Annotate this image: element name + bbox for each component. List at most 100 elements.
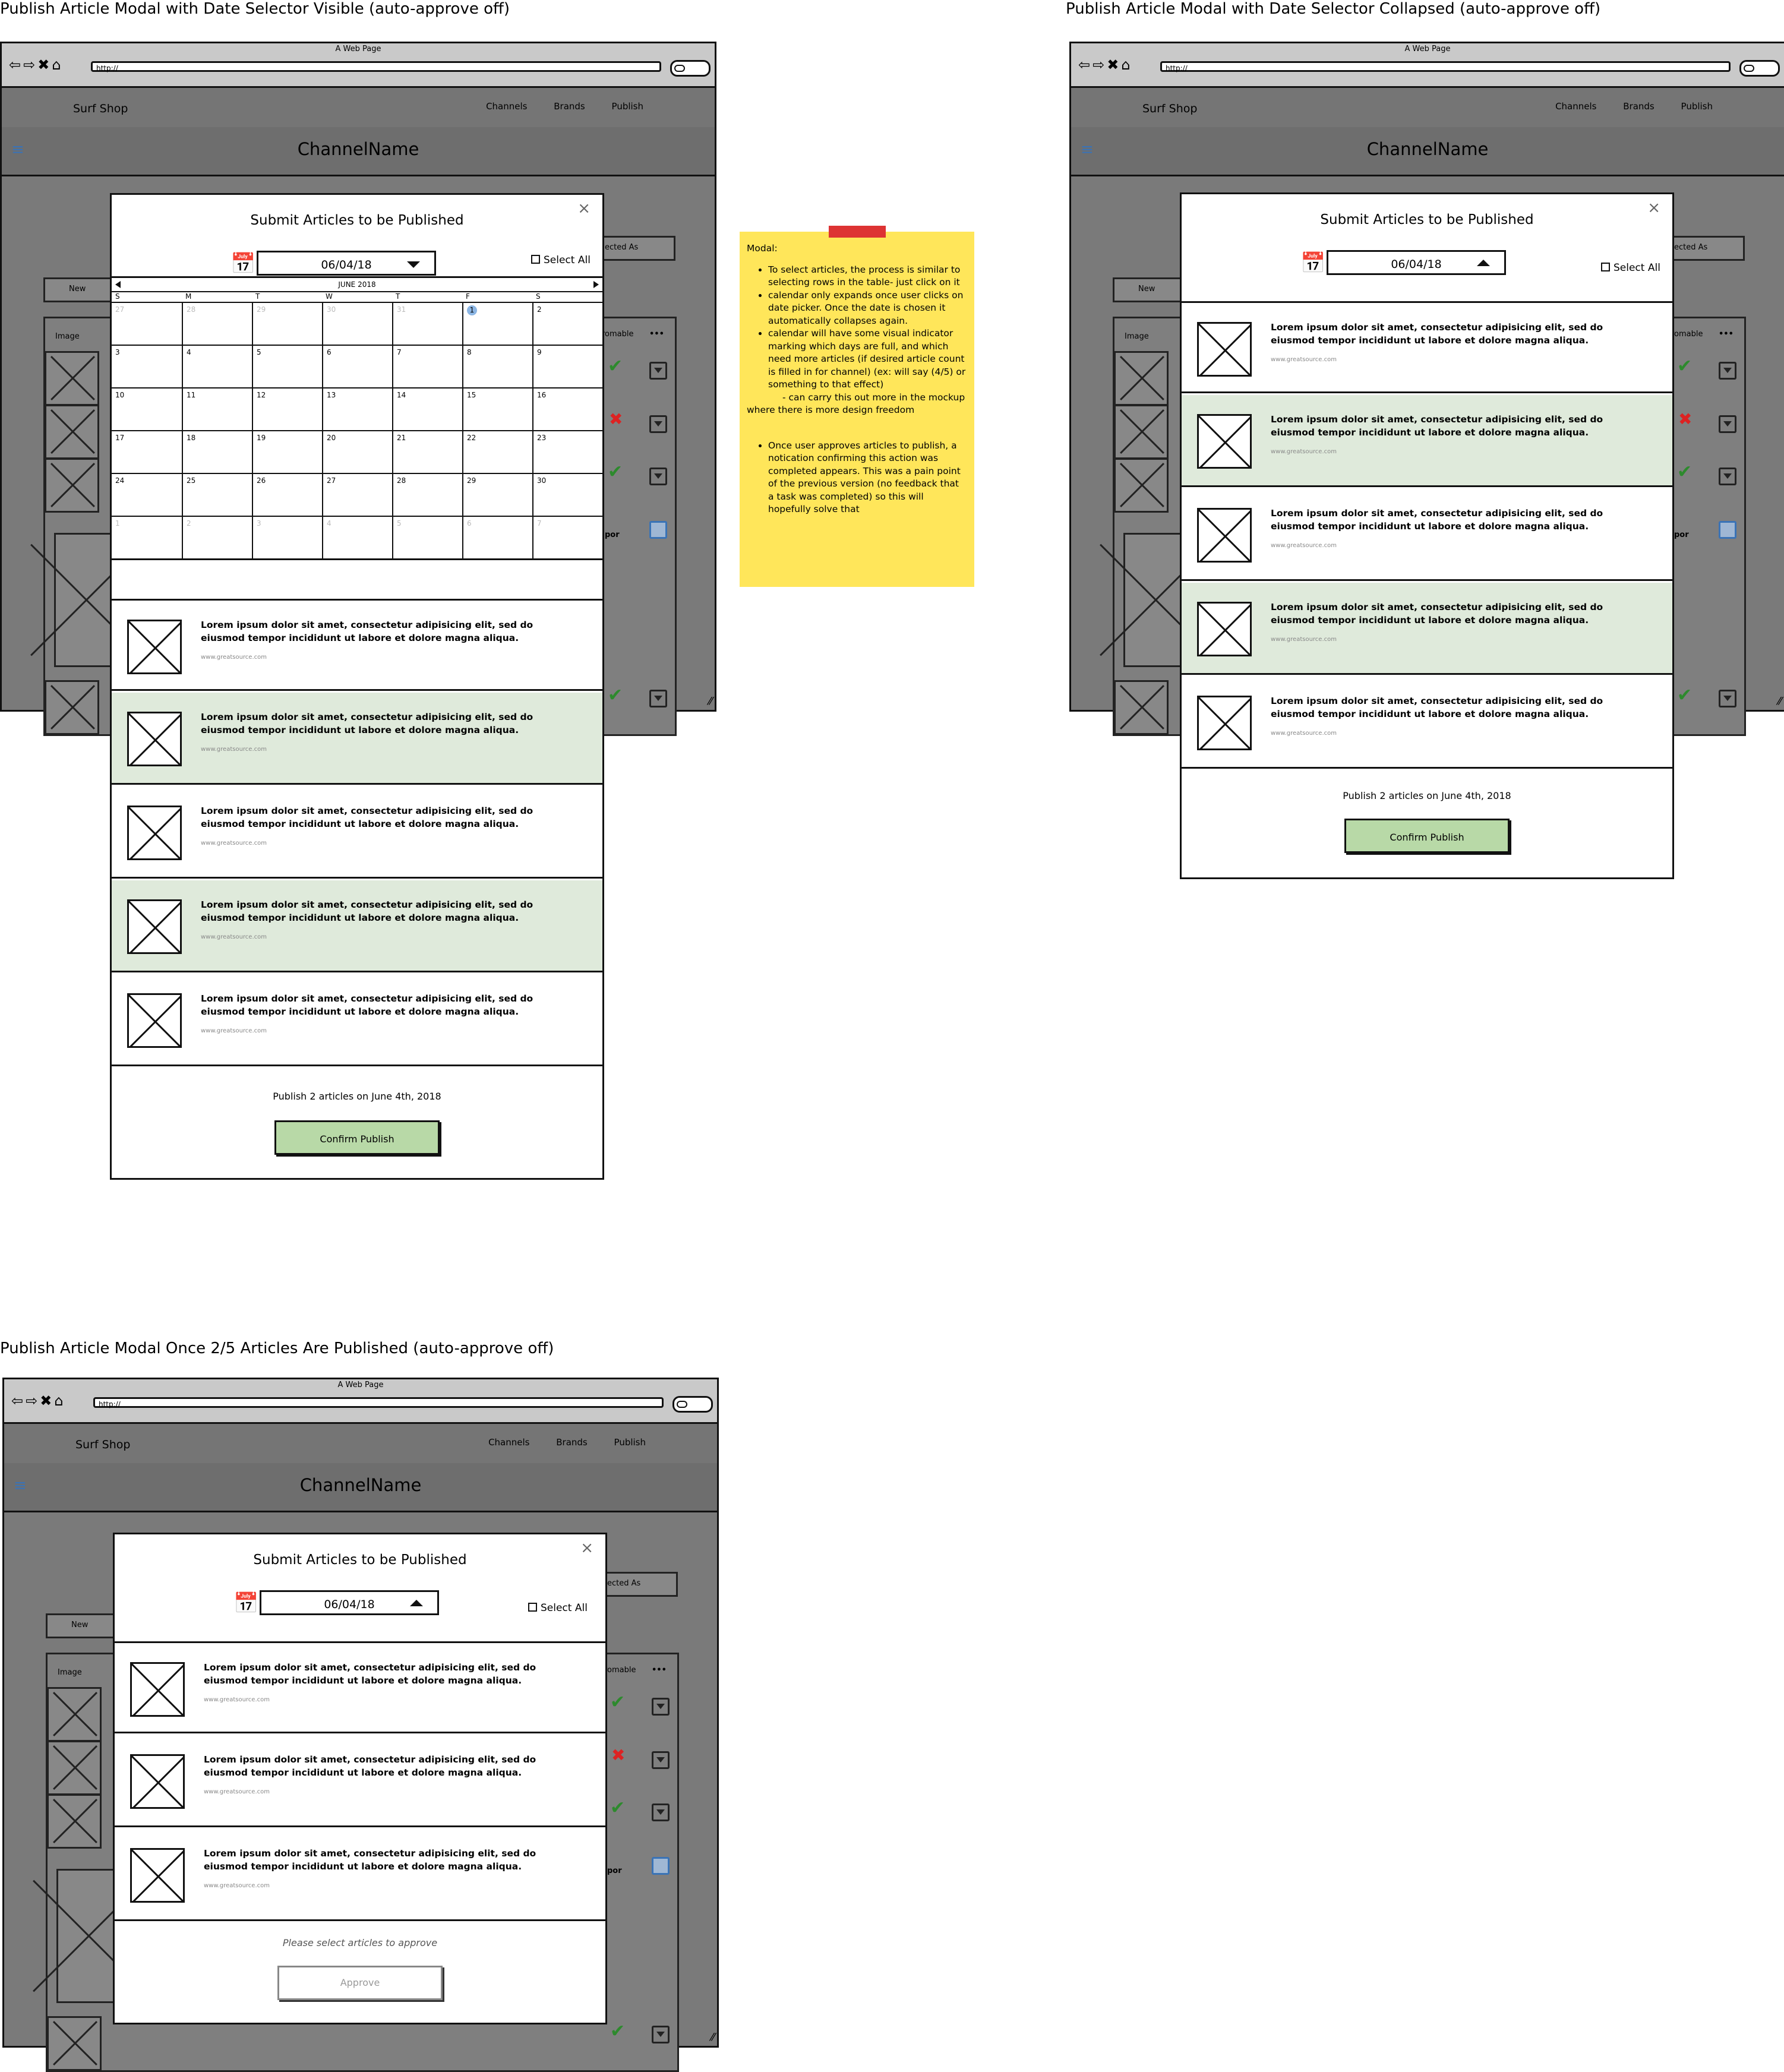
calendar-day[interactable]: 3 [112,345,182,387]
nav-publish[interactable]: Publish [612,101,643,112]
nav-channels[interactable]: Channels [1555,101,1596,112]
search-icon[interactable] [672,1396,713,1413]
calendar-day[interactable]: 5 [252,345,322,387]
calendar-day[interactable]: 24 [112,473,182,516]
article-row[interactable]: Lorem ipsum dolor sit amet, consectetur … [115,1829,605,1921]
url-bar[interactable]: http:// [91,61,661,72]
date-picker[interactable]: 06/04/18 [257,251,436,276]
article-row[interactable]: Lorem ipsum dolor sit amet, consectetur … [1182,489,1672,581]
resize-grip-icon[interactable]: ⁄⁄ [711,2031,715,2043]
calendar-day[interactable]: 1 [462,302,532,345]
article-row[interactable]: Lorem ipsum dolor sit amet, consectetur … [112,787,602,879]
next-month-icon[interactable] [593,281,599,288]
search-icon[interactable] [1739,60,1780,77]
select-all-checkbox[interactable]: Select All [1601,262,1660,274]
calendar-day[interactable]: 17 [112,430,182,473]
brand-label[interactable]: Surf Shop [73,102,128,115]
calendar-day[interactable]: 21 [392,430,462,473]
calendar-day[interactable]: 7 [532,516,602,558]
article-row[interactable]: Lorem ipsum dolor sit amet, consectetur … [112,693,602,785]
calendar-day[interactable]: 1 [112,516,182,558]
brand-label[interactable]: Surf Shop [75,1438,130,1451]
article-row[interactable]: Lorem ipsum dolor sit amet, consectetur … [115,1735,605,1827]
nav-brands[interactable]: Brands [1623,101,1654,112]
calendar-day[interactable]: 12 [252,387,322,430]
article-row[interactable]: Lorem ipsum dolor sit amet, consectetur … [112,880,602,972]
nav-brands[interactable]: Brands [556,1437,588,1448]
article-row[interactable]: Lorem ipsum dolor sit amet, consectetur … [1182,395,1672,487]
calendar-day[interactable]: 19 [252,430,322,473]
calendar-day[interactable]: 6 [462,516,532,558]
calendar-day[interactable]: 11 [182,387,252,430]
calendar-day[interactable]: 23 [532,430,602,473]
url-bar[interactable]: http:// [93,1397,664,1408]
calendar-day[interactable]: 8 [462,345,532,387]
calendar-day[interactable]: 15 [462,387,532,430]
note-bullet: calendar will have some visual indicator… [768,327,967,391]
calendar-day[interactable]: 3 [252,516,322,558]
calendar-day[interactable]: 18 [182,430,252,473]
calendar-day[interactable]: 20 [322,430,392,473]
browser-nav-icons[interactable]: ⇦⇨✖⌂ [1078,56,1133,73]
calendar-day[interactable]: 25 [182,473,252,516]
calendar-day[interactable]: 16 [532,387,602,430]
calendar-day[interactable]: 10 [112,387,182,430]
calendar-icon[interactable]: 📅 [1300,251,1325,275]
calendar-day[interactable]: 27 [112,302,182,345]
brand-label[interactable]: Surf Shop [1142,102,1197,115]
calendar-icon[interactable]: 📅 [233,1591,258,1615]
calendar-day[interactable]: 7 [392,345,462,387]
calendar-day[interactable]: 29 [252,302,322,345]
calendar-day[interactable]: 4 [182,345,252,387]
calendar-day[interactable]: 4 [322,516,392,558]
browser-nav-icons[interactable]: ⇦⇨✖⌂ [9,56,64,73]
calendar-day[interactable]: 2 [182,516,252,558]
date-picker[interactable]: 06/04/18 [1327,250,1506,275]
nav-channels[interactable]: Channels [486,101,527,112]
url-bar[interactable]: http:// [1160,61,1731,72]
calendar-day[interactable]: 27 [322,473,392,516]
calendar-day[interactable]: 6 [322,345,392,387]
calendar-day[interactable]: 22 [462,430,532,473]
calendar-day[interactable]: 2 [532,302,602,345]
calendar-day[interactable]: 31 [392,302,462,345]
search-icon[interactable] [670,60,711,77]
nav-publish[interactable]: Publish [614,1437,646,1448]
confirm-publish-button[interactable]: Confirm Publish [1344,819,1510,853]
article-row[interactable]: Lorem ipsum dolor sit amet, consectetur … [1182,677,1672,769]
nav-publish[interactable]: Publish [1681,101,1713,112]
browser-nav-icons[interactable]: ⇦⇨✖⌂ [11,1392,66,1409]
calendar-day[interactable]: 30 [532,473,602,516]
calendar-day[interactable]: 14 [392,387,462,430]
resize-grip-icon[interactable]: ⁄⁄ [709,695,712,707]
article-source: www.greatsource.com [1271,730,1337,737]
approve-button[interactable]: Approve [277,1966,443,2000]
calendar-day[interactable]: 29 [462,473,532,516]
calendar-day[interactable]: 26 [252,473,322,516]
calendar-day[interactable]: 5 [392,516,462,558]
row-collapse-icon [649,521,667,539]
calendar-day[interactable]: 28 [182,302,252,345]
nav-channels[interactable]: Channels [488,1437,529,1448]
nav-brands[interactable]: Brands [554,101,585,112]
article-row[interactable]: Lorem ipsum dolor sit amet, consectetur … [112,974,602,1066]
prev-month-icon[interactable] [115,281,121,288]
article-row[interactable]: Lorem ipsum dolor sit amet, consectetur … [1182,301,1672,393]
image-placeholder-icon [127,993,182,1048]
calendar-day-number: 12 [257,391,266,399]
confirm-publish-button[interactable]: Confirm Publish [274,1120,440,1155]
article-row[interactable]: Lorem ipsum dolor sit amet, consectetur … [115,1641,605,1733]
scene-title: Publish Article Modal with Date Selector… [1066,0,1601,18]
select-all-checkbox[interactable]: Select All [531,254,591,266]
date-picker[interactable]: 06/04/18 [260,1590,439,1615]
calendar-day[interactable]: 28 [392,473,462,516]
calendar-day[interactable]: 9 [532,345,602,387]
resize-grip-icon[interactable]: ⁄⁄ [1778,695,1782,707]
calendar-day[interactable]: 30 [322,302,392,345]
calendar-icon[interactable]: 📅 [231,252,255,276]
article-row[interactable]: Lorem ipsum dolor sit amet, consectetur … [112,599,602,691]
select-all-checkbox[interactable]: Select All [528,1602,588,1614]
calendar-day[interactable]: 13 [322,387,392,430]
article-row[interactable]: Lorem ipsum dolor sit amet, consectetur … [1182,583,1672,675]
channel-bar: ≡ ChannelName [1071,127,1784,176]
